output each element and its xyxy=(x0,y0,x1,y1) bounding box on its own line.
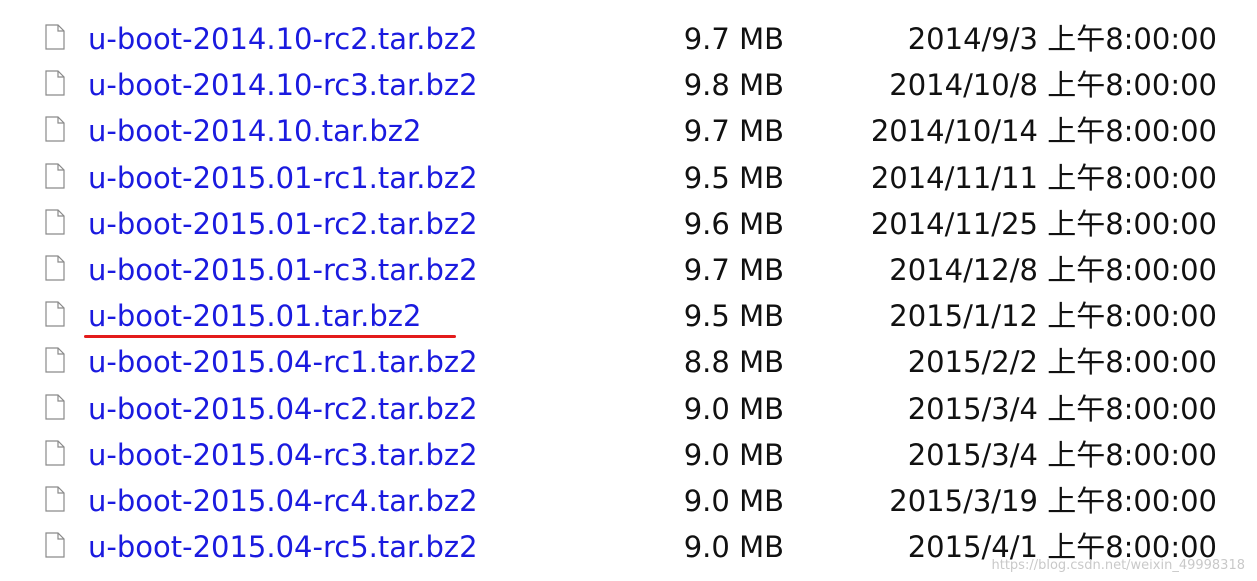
file-row: u-boot-2014.10-rc3.tar.bz2 9.8 MB 2014/1… xyxy=(0,63,1257,109)
file-link[interactable]: u-boot-2015.01-rc2.tar.bz2 xyxy=(88,206,478,242)
file-link[interactable]: u-boot-2015.01-rc3.tar.bz2 xyxy=(88,252,478,288)
file-size: 9.5 MB xyxy=(683,299,784,334)
file-row: u-boot-2015.01-rc1.tar.bz2 9.5 MB 2014/1… xyxy=(0,156,1257,202)
file-size: 9.6 MB xyxy=(683,206,784,241)
file-date: 2015/3/4 上午8:00:00 xyxy=(907,391,1217,426)
file-link[interactable]: u-boot-2015.01-rc1.tar.bz2 xyxy=(88,160,478,196)
file-link[interactable]: u-boot-2015.04-rc4.tar.bz2 xyxy=(88,483,478,519)
file-link[interactable]: u-boot-2015.04-rc3.tar.bz2 xyxy=(88,437,478,473)
file-date: 2014/11/25 上午8:00:00 xyxy=(870,206,1217,241)
file-row: u-boot-2015.01-rc3.tar.bz2 9.7 MB 2014/1… xyxy=(0,248,1257,294)
file-icon xyxy=(45,440,65,466)
file-size: 9.0 MB xyxy=(683,437,784,472)
file-listing: u-boot-2014.10-rc2.tar.bz2 9.7 MB 2014/9… xyxy=(0,17,1257,571)
file-link[interactable]: u-boot-2014.10.tar.bz2 xyxy=(88,113,421,149)
file-date: 2014/12/8 上午8:00:00 xyxy=(889,252,1217,287)
file-icon xyxy=(45,486,65,512)
file-size: 9.0 MB xyxy=(683,483,784,518)
file-size: 9.0 MB xyxy=(683,391,784,426)
file-size: 9.5 MB xyxy=(683,160,784,195)
file-date: 2014/9/3 上午8:00:00 xyxy=(907,22,1217,56)
file-row: u-boot-2014.10-rc2.tar.bz2 9.7 MB 2014/9… xyxy=(0,17,1257,63)
file-size: 9.0 MB xyxy=(683,530,784,565)
file-icon xyxy=(45,255,65,281)
file-row-highlighted: u-boot-2015.01.tar.bz2 9.5 MB 2015/1/12 … xyxy=(0,294,1257,340)
file-link[interactable]: u-boot-2015.04-rc2.tar.bz2 xyxy=(88,391,478,427)
file-size: 8.8 MB xyxy=(683,345,784,380)
file-row: u-boot-2015.01-rc2.tar.bz2 9.6 MB 2014/1… xyxy=(0,202,1257,248)
file-size: 9.7 MB xyxy=(683,22,784,56)
red-underline-annotation xyxy=(84,335,456,339)
file-link[interactable]: u-boot-2015.01.tar.bz2 xyxy=(88,298,421,334)
file-icon xyxy=(45,162,65,189)
file-date: 2015/3/4 上午8:00:00 xyxy=(907,437,1217,472)
file-row: u-boot-2015.04-rc3.tar.bz2 9.0 MB 2015/3… xyxy=(0,433,1257,479)
watermark: https://blog.csdn.net/weixin_49998318 xyxy=(991,558,1245,573)
file-row: u-boot-2015.04-rc1.tar.bz2 8.8 MB 2015/2… xyxy=(0,340,1257,386)
file-date: 2014/10/14 上午8:00:00 xyxy=(870,114,1217,149)
file-row: u-boot-2015.04-rc2.tar.bz2 9.0 MB 2015/3… xyxy=(0,387,1257,433)
file-icon xyxy=(45,24,65,50)
file-link[interactable]: u-boot-2014.10-rc3.tar.bz2 xyxy=(88,67,478,103)
file-row: u-boot-2014.10.tar.bz2 9.7 MB 2014/10/14… xyxy=(0,109,1257,155)
file-date: 2015/3/19 上午8:00:00 xyxy=(889,483,1217,518)
file-row: u-boot-2015.04-rc4.tar.bz2 9.0 MB 2015/3… xyxy=(0,479,1257,525)
file-icon xyxy=(45,301,65,327)
file-size: 9.7 MB xyxy=(683,252,784,287)
file-icon xyxy=(45,209,65,235)
file-icon xyxy=(45,70,65,96)
file-date: 2014/10/8 上午8:00:00 xyxy=(889,68,1217,103)
file-link[interactable]: u-boot-2015.04-rc1.tar.bz2 xyxy=(88,344,478,380)
file-icon xyxy=(45,393,65,420)
file-icon xyxy=(45,347,65,373)
file-icon xyxy=(45,116,65,142)
file-date: 2015/1/12 上午8:00:00 xyxy=(889,299,1217,334)
file-link[interactable]: u-boot-2015.04-rc5.tar.bz2 xyxy=(88,529,478,565)
file-date: 2015/2/2 上午8:00:00 xyxy=(907,345,1217,380)
file-size: 9.7 MB xyxy=(683,114,784,149)
file-date: 2014/11/11 上午8:00:00 xyxy=(870,160,1217,195)
file-icon xyxy=(45,532,65,558)
file-link[interactable]: u-boot-2014.10-rc2.tar.bz2 xyxy=(88,21,478,57)
file-size: 9.8 MB xyxy=(683,68,784,103)
